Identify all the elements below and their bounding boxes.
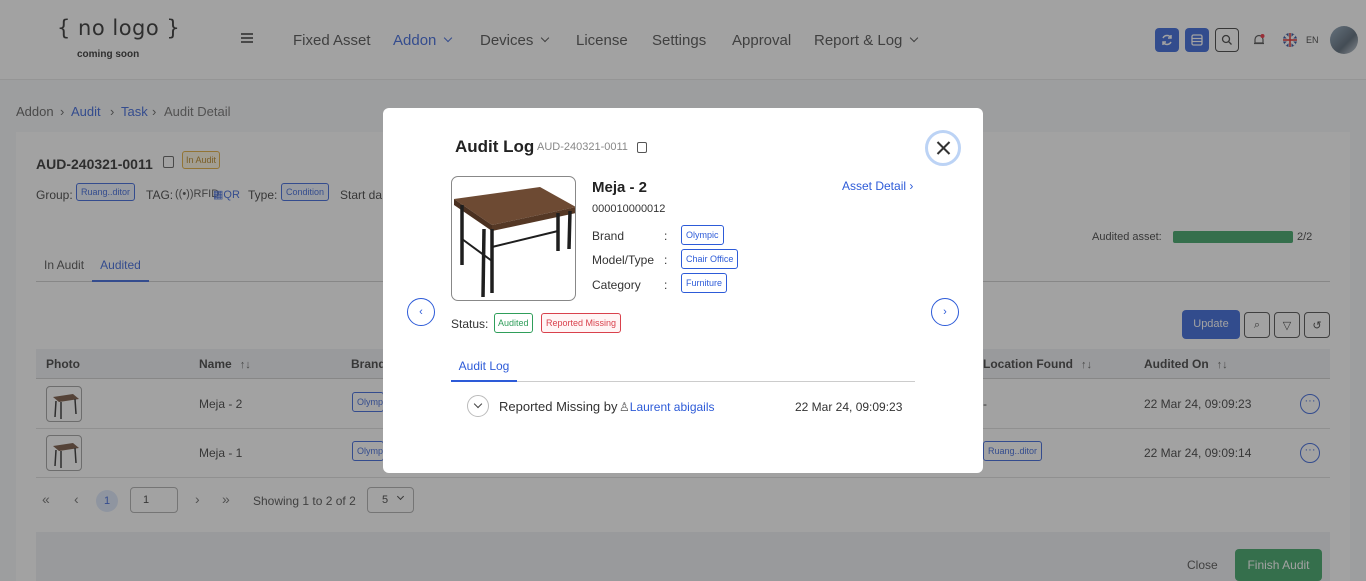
category-tag: Furniture [681, 273, 728, 293]
model-label: Model/Type [592, 253, 655, 267]
modal-title: Audit Log [455, 137, 535, 156]
log-timestamp: 22 Mar 24, 09:09:23 [795, 400, 903, 414]
asset-name: Meja - 2 [592, 179, 648, 196]
log-action: Reported Missing by [499, 399, 618, 414]
audit-log-modal: Audit Log AUD-240321-0011 Meja - 2 00001… [383, 108, 983, 473]
asset-photo [451, 176, 576, 301]
asset-detail-label: Asset Detail [842, 179, 907, 193]
status-label: Status: [451, 317, 489, 331]
tab-audit-log[interactable]: Audit Log [451, 352, 517, 382]
prev-asset-button[interactable]: ‹ [407, 298, 435, 326]
audit-log-entry: Reported Missing by ♙Laurent abigails 22… [467, 395, 905, 417]
brand-tag: Olympic [681, 225, 724, 245]
copy-icon[interactable] [637, 142, 647, 153]
category-colon: : [664, 278, 668, 292]
expand-log-button[interactable] [467, 395, 489, 417]
chevron-down-icon [473, 399, 483, 409]
asset-detail-link[interactable]: Asset Detail › [842, 179, 913, 193]
chevron-right-icon: › [906, 179, 914, 193]
log-user-link[interactable]: ♙Laurent abigails [619, 400, 715, 414]
user-icon: ♙ [619, 400, 630, 414]
category-label: Category [592, 278, 641, 292]
asset-code: 000010000012 [592, 203, 666, 215]
brand-label: Brand [592, 229, 625, 243]
status-audited-badge: Audited [494, 313, 533, 333]
modal-close-icon[interactable] [925, 130, 961, 166]
brand-colon: : [664, 229, 668, 243]
chevron-left-icon: ‹ [419, 306, 423, 318]
model-tag: Chair Office [681, 249, 739, 269]
model-colon: : [664, 253, 668, 267]
chevron-right-icon: › [943, 306, 947, 318]
modal-tabs-divider [451, 381, 915, 382]
modal-audit-id: AUD-240321-0011 [537, 141, 628, 153]
status-missing-badge: Reported Missing [541, 313, 622, 333]
log-user-name: Laurent abigails [629, 400, 715, 414]
next-asset-button[interactable]: › [931, 298, 959, 326]
